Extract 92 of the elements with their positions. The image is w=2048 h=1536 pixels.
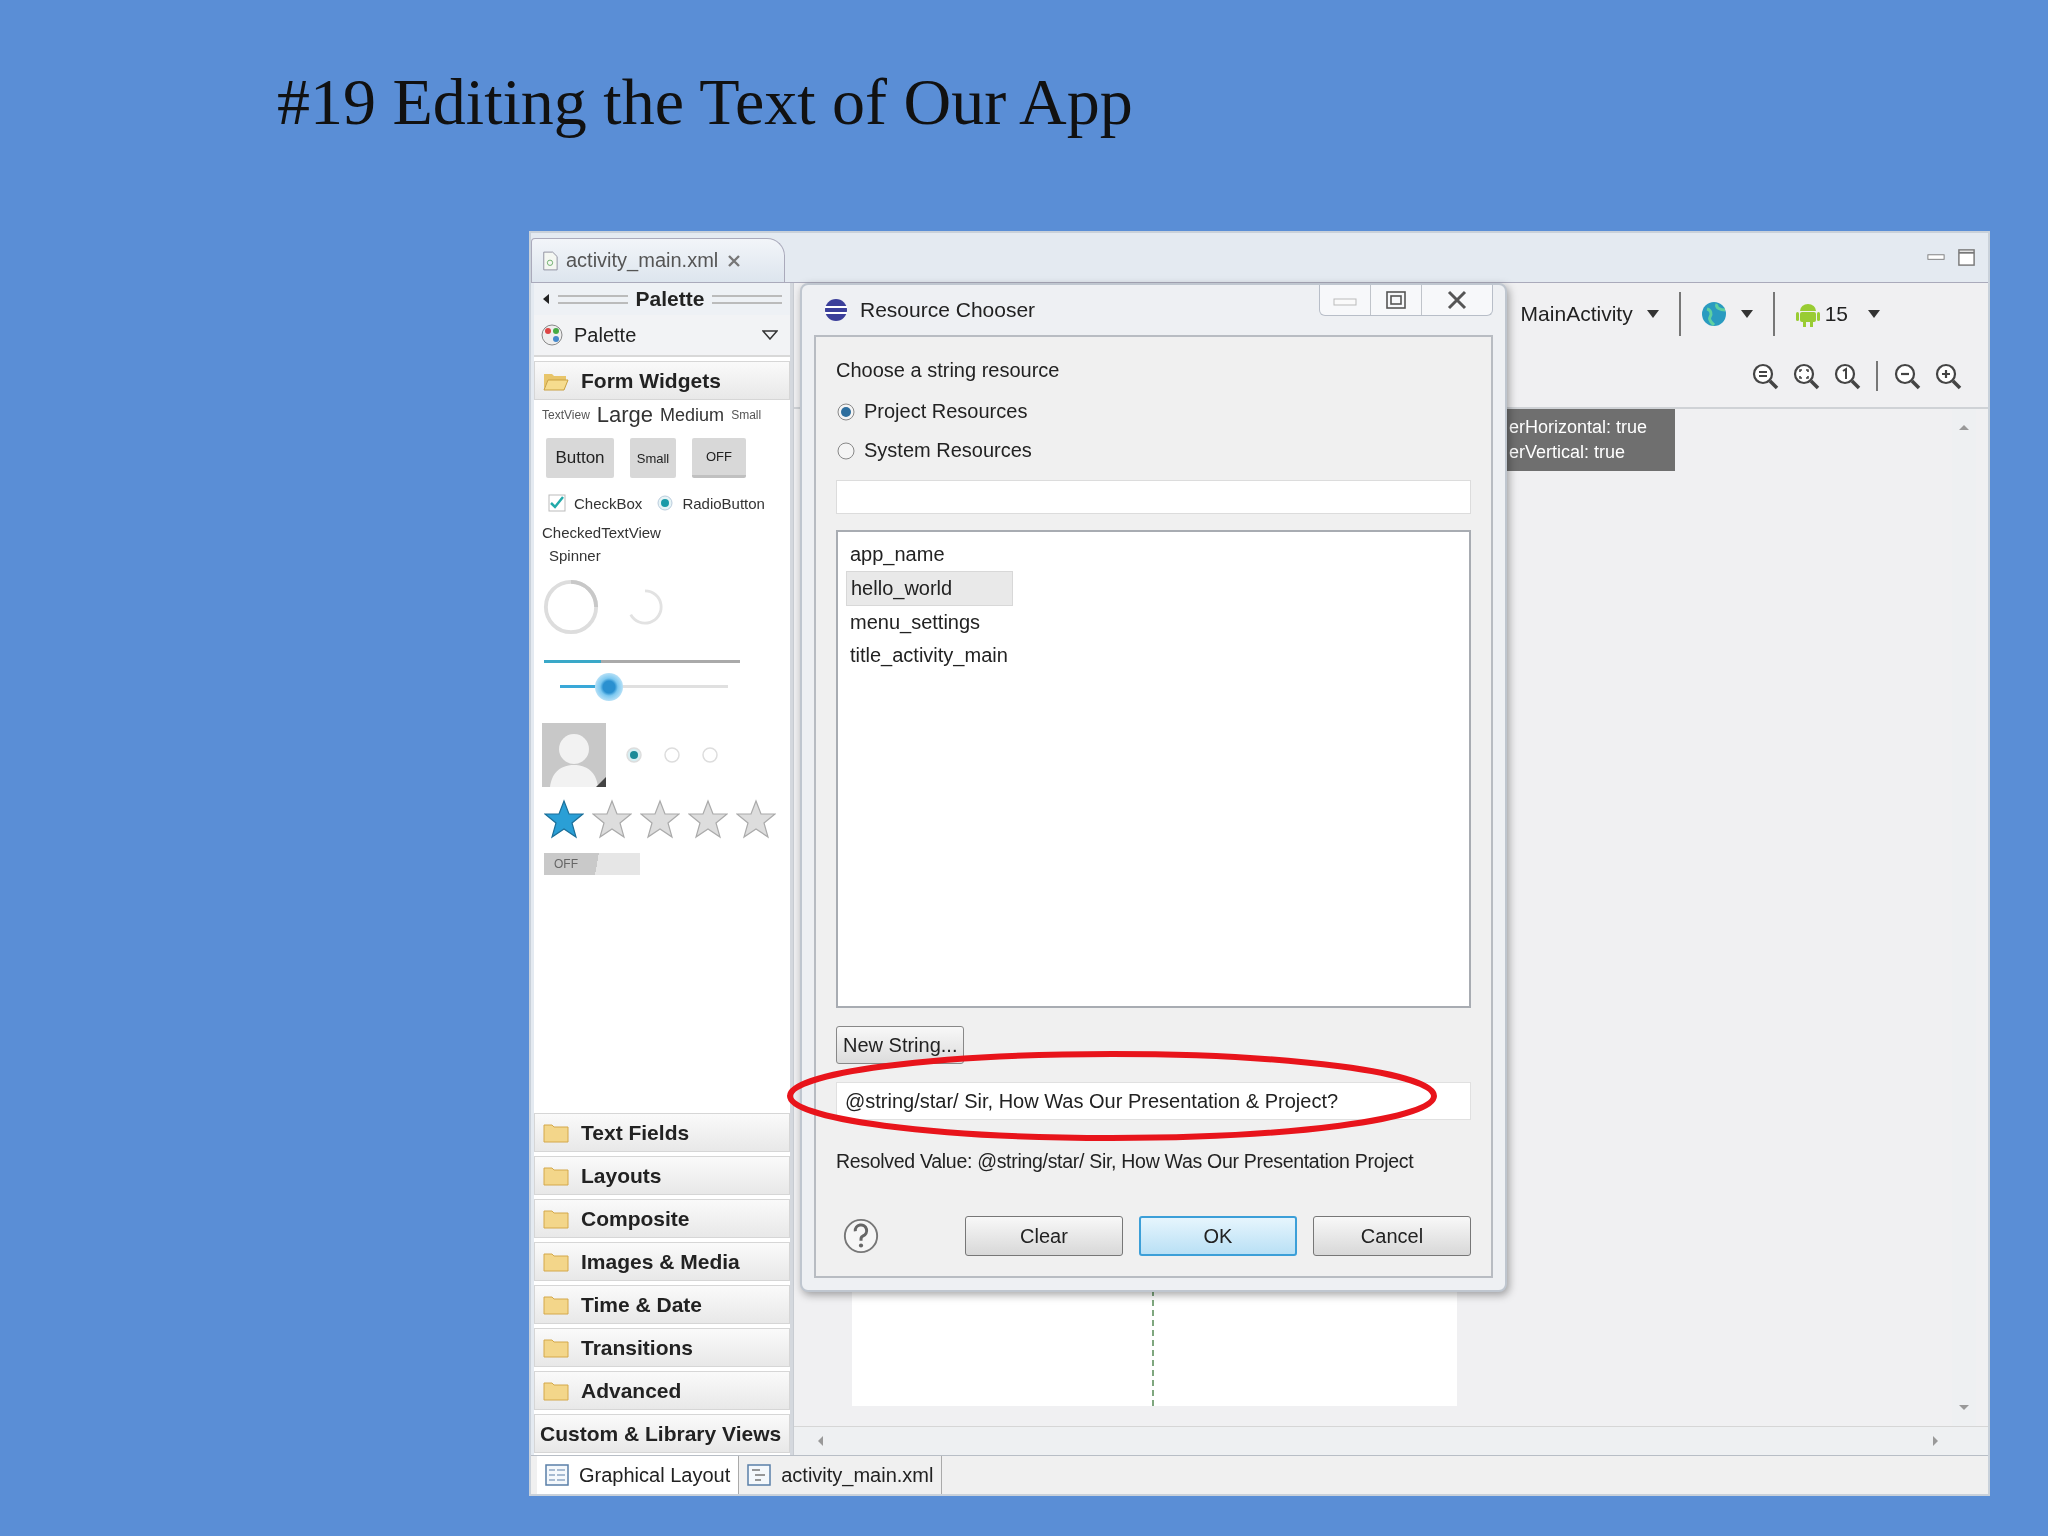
list-item[interactable]: title_activity_main: [846, 639, 1012, 672]
radio-option[interactable]: Project Resources: [836, 400, 1471, 423]
category-header[interactable]: Layouts: [534, 1156, 790, 1195]
widget-label[interactable]: Spinner: [549, 547, 790, 564]
text-size-sample[interactable]: Large: [596, 402, 654, 428]
folder-icon: [543, 1337, 569, 1358]
folder-icon: [543, 1294, 569, 1315]
palette-icon: [540, 323, 564, 347]
zoom-out-icon[interactable]: [1893, 362, 1921, 390]
radio-button[interactable]: [624, 745, 644, 765]
file-icon: [542, 250, 558, 271]
text-size-sample[interactable]: Small: [731, 408, 762, 422]
folder-icon: [543, 1380, 569, 1401]
widget-label[interactable]: CheckedTextView: [542, 524, 790, 541]
palette-selector[interactable]: Palette: [534, 315, 790, 357]
resolved-value-text: Resolved Value: @string/star/ Sir, How Was Our Presentation Project: [836, 1150, 1415, 1173]
editor-mode-tab[interactable]: Graphical Layout: [537, 1456, 740, 1494]
layout-icon: [747, 1464, 772, 1486]
dialog-prompt: Choose a string resource: [836, 359, 1061, 382]
help-icon[interactable]: [842, 1217, 880, 1255]
new-string-button[interactable]: New String...: [836, 1026, 965, 1064]
category-header[interactable]: Form Widgets: [534, 361, 790, 400]
seek-bar[interactable]: [560, 673, 728, 701]
text-size-sample[interactable]: TextView: [542, 408, 590, 422]
checkbox-label: CheckBox: [574, 494, 643, 512]
button-sample[interactable]: Button: [546, 438, 614, 478]
radio-button[interactable]: [836, 440, 856, 461]
grip-lines[interactable]: [712, 294, 782, 304]
zoom-fit-icon[interactable]: [1751, 362, 1779, 390]
category-header[interactable]: Time & Date: [534, 1285, 790, 1324]
category-header[interactable]: Images & Media: [534, 1242, 790, 1281]
globe-icon[interactable]: [1700, 301, 1727, 327]
scroll-down-icon[interactable]: [1958, 1404, 1970, 1412]
editor-tab[interactable]: activity_main.xml: [531, 238, 785, 282]
zoom-in-icon[interactable]: [1934, 362, 1962, 390]
button-sample[interactable]: Small: [630, 438, 676, 478]
checkbox[interactable]: [548, 494, 566, 512]
text-size-sample[interactable]: Medium: [660, 404, 725, 426]
category-header[interactable]: Transitions: [534, 1328, 790, 1367]
radio-button[interactable]: [700, 745, 720, 765]
activity-selector[interactable]: MainActivity: [1520, 302, 1633, 326]
maximize-icon[interactable]: [1957, 248, 1976, 267]
star-icon: [592, 799, 632, 839]
dropdown-icon[interactable]: [1868, 310, 1880, 318]
scroll-right-icon[interactable]: [1932, 1435, 1940, 1447]
grip-lines[interactable]: [558, 294, 628, 304]
hint-text: erHorizontal: true: [1509, 416, 1649, 439]
value-field[interactable]: @string/star/ Sir, How Was Our Presentation & Project?: [836, 1082, 1471, 1120]
dialog-title: Resource Chooser: [860, 298, 1036, 322]
palette-header: Palette: [534, 283, 790, 315]
radio-label: RadioButton: [682, 494, 765, 512]
button-sample[interactable]: OFF: [692, 438, 746, 478]
star-icon: [688, 799, 728, 839]
folder-icon: [543, 1251, 569, 1272]
category-header[interactable]: Custom & Library Views: [534, 1414, 790, 1453]
radio-option[interactable]: System Resources: [836, 439, 1471, 462]
layout-icon: [545, 1464, 569, 1486]
category-header[interactable]: Text Fields: [534, 1113, 790, 1152]
star-icon: [736, 799, 776, 839]
filter-field[interactable]: [836, 480, 1471, 514]
scroll-left-icon[interactable]: [816, 1435, 824, 1447]
list-item[interactable]: menu_settings: [846, 606, 985, 639]
minimize-icon[interactable]: [1927, 253, 1945, 262]
radio-button[interactable]: [656, 494, 675, 512]
collapse-arrow-icon[interactable]: [542, 293, 550, 305]
dialog-button[interactable]: Cancel: [1313, 1216, 1471, 1256]
category-header[interactable]: Composite: [534, 1199, 790, 1238]
category-header[interactable]: Advanced: [534, 1371, 790, 1410]
star-icon: [640, 799, 680, 839]
zoom-screen-icon[interactable]: [1792, 362, 1820, 390]
radio-button[interactable]: [662, 745, 682, 765]
api-level-selector[interactable]: 15: [1824, 302, 1848, 326]
slider-thumb[interactable]: [594, 673, 623, 701]
dialog-button[interactable]: OK: [1139, 1216, 1297, 1256]
dropdown-icon[interactable]: [1740, 310, 1753, 318]
scroll-up-icon[interactable]: [1958, 423, 1970, 431]
zoom-actual-size-icon[interactable]: [1833, 362, 1861, 390]
folder-icon: [543, 1122, 569, 1143]
close-icon[interactable]: [726, 252, 743, 269]
dropdown-icon[interactable]: [762, 330, 778, 340]
folder-icon: [543, 1165, 569, 1186]
editor-mode-tab[interactable]: activity_main.xml: [739, 1456, 943, 1494]
dropdown-icon[interactable]: [1646, 310, 1659, 318]
slide-title: #19 Editing the Text of Our App: [277, 64, 1133, 140]
hint-text: erVertical: true: [1509, 441, 1627, 464]
star-icon: [544, 799, 584, 839]
list-item[interactable]: hello_world: [846, 571, 1014, 606]
folder-icon: [543, 1208, 569, 1229]
dialog-button[interactable]: Clear: [965, 1216, 1123, 1256]
app-icon: [824, 298, 848, 322]
list-item[interactable]: app_name: [846, 538, 949, 571]
radio-button[interactable]: [836, 401, 856, 422]
